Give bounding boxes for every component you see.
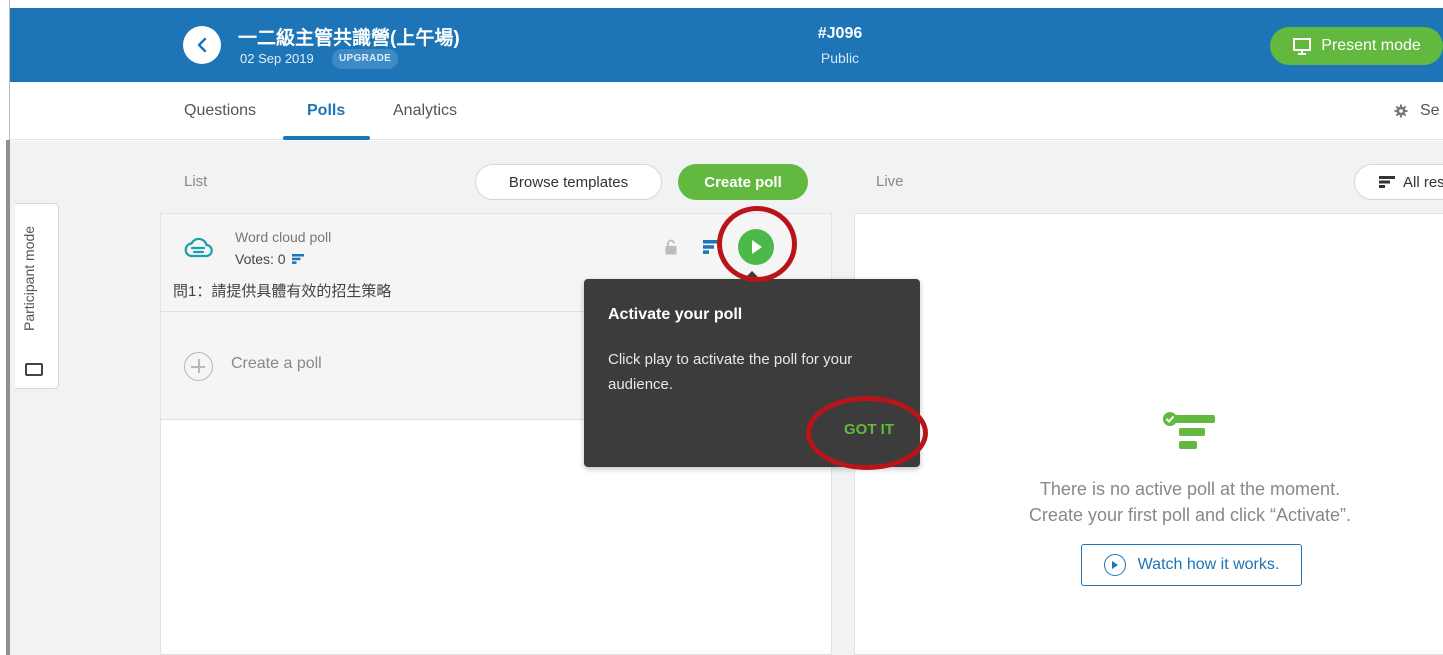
no-active-poll-line2: Create your first poll and click “Activa… xyxy=(1028,505,1352,525)
active-tab-indicator xyxy=(283,136,370,140)
app-header: 一二級主管共識營(上午場) 02 Sep 2019 UPGRADE #J096 … xyxy=(10,8,1443,82)
tab-polls[interactable]: Polls xyxy=(307,102,345,120)
participant-mode-label: Participant mode xyxy=(21,225,37,331)
chevron-left-icon xyxy=(197,37,207,53)
watch-how-it-works-button[interactable]: Watch how it works. xyxy=(1081,544,1302,586)
upgrade-badge[interactable]: UPGRADE xyxy=(332,49,399,69)
settings-label: Se xyxy=(1420,102,1440,119)
window-left-edge xyxy=(0,0,10,655)
event-date: 02 Sep 2019 xyxy=(240,51,314,66)
poll-results-icon[interactable] xyxy=(703,240,719,254)
bars-icon xyxy=(291,254,304,264)
tab-bar: Questions Polls Analytics Se xyxy=(10,82,1443,140)
participant-mode-tab[interactable]: Participant mode xyxy=(15,203,59,389)
plus-circle-icon xyxy=(184,352,213,381)
tab-analytics[interactable]: Analytics xyxy=(393,102,457,120)
active-poll-empty-icon xyxy=(1163,412,1215,449)
all-results-button[interactable]: All res xyxy=(1354,164,1443,200)
no-active-poll-message: There is no active poll at the moment. C… xyxy=(935,476,1443,528)
no-active-poll-line1: There is no active poll at the moment. xyxy=(1039,479,1341,499)
poll-question: 問1：請提供具體有效的招生策略 xyxy=(173,283,392,300)
word-cloud-icon xyxy=(184,237,213,258)
present-mode-button[interactable]: Present mode xyxy=(1270,27,1443,65)
live-panel: There is no active poll at the moment. C… xyxy=(854,213,1443,655)
activate-poll-button[interactable] xyxy=(738,229,774,265)
present-mode-label: Present mode xyxy=(1321,37,1421,54)
create-poll-button[interactable]: Create poll xyxy=(678,164,808,200)
tooltip-body: Click play to activate the poll for your… xyxy=(608,351,853,393)
all-results-label: All res xyxy=(1403,173,1443,191)
live-section-label: Live xyxy=(876,173,904,190)
watch-how-it-works-label: Watch how it works. xyxy=(1137,556,1280,573)
tooltip-title: Activate your poll xyxy=(608,306,743,323)
gear-icon xyxy=(1394,104,1408,118)
poll-votes: Votes: 0 xyxy=(235,251,304,267)
list-section-label: List xyxy=(184,173,208,190)
settings-button[interactable]: Se xyxy=(1394,102,1440,120)
tab-questions[interactable]: Questions xyxy=(184,102,256,120)
event-title: 一二級主管共識營(上午場) xyxy=(238,28,460,49)
back-button[interactable] xyxy=(183,26,221,64)
poll-votes-count: Votes: 0 xyxy=(235,251,286,267)
screen-icon xyxy=(25,363,43,376)
play-icon xyxy=(752,240,762,254)
presentation-icon xyxy=(1293,38,1312,55)
event-code: #J096 xyxy=(817,25,863,42)
got-it-button[interactable]: GOT IT xyxy=(844,421,894,438)
activate-poll-tooltip: Activate your poll Click play to activat… xyxy=(584,271,920,467)
lock-icon[interactable] xyxy=(664,239,678,255)
browse-templates-button[interactable]: Browse templates xyxy=(475,164,662,200)
poll-type-label: Word cloud poll xyxy=(235,229,332,245)
results-filter-icon xyxy=(1379,176,1395,188)
create-a-poll-label: Create a poll xyxy=(231,355,322,372)
event-visibility: Public xyxy=(820,50,860,66)
play-circle-icon xyxy=(1103,554,1126,576)
